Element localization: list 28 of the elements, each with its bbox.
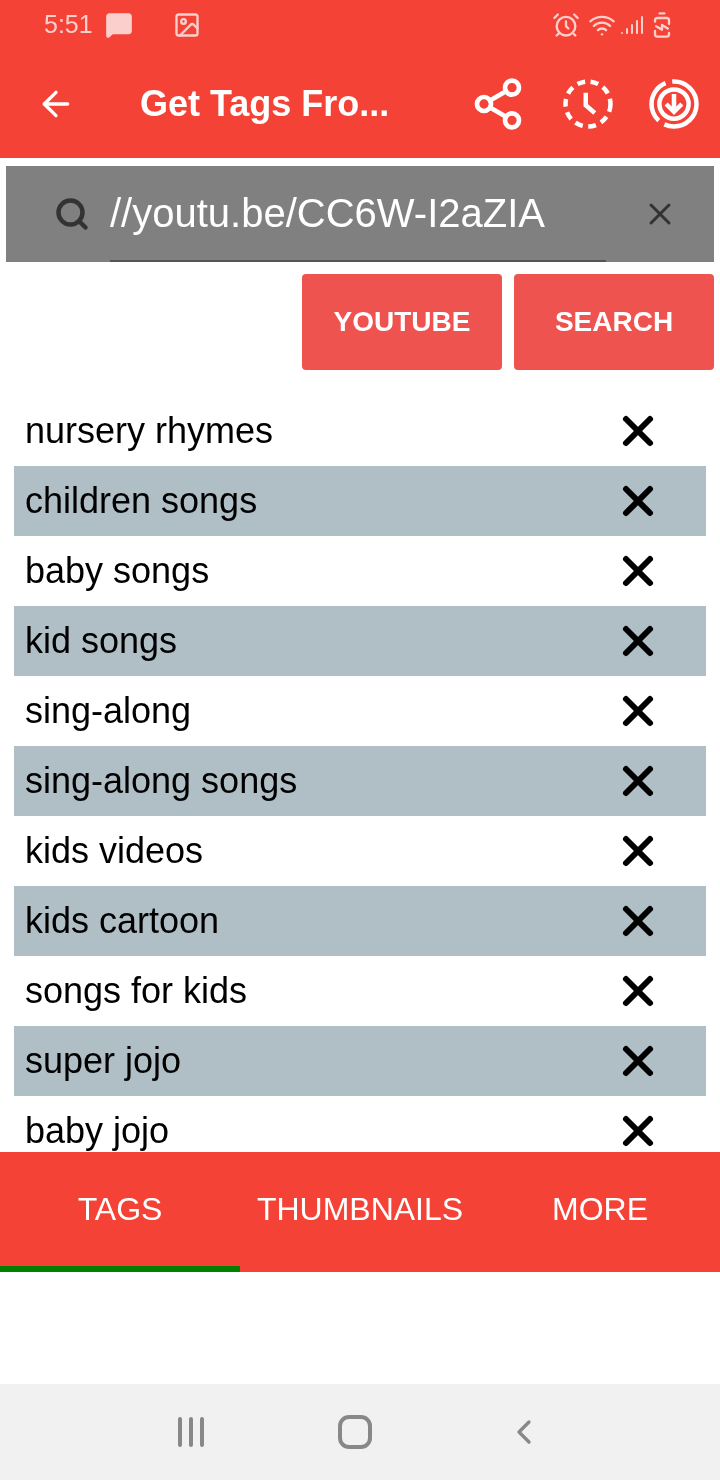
action-button[interactable]: SEARCH — [514, 274, 714, 370]
tab[interactable]: TAGS — [0, 1152, 240, 1272]
image-icon — [172, 11, 201, 39]
tag-text: super jojo — [25, 1039, 183, 1083]
tab[interactable]: MORE — [480, 1152, 720, 1272]
tag-text: baby jojo — [25, 1109, 171, 1152]
search-field[interactable]: //youtu.be/CC6W-I2aZIA — [110, 166, 606, 262]
tag-text: songs for kids — [25, 969, 249, 1013]
tag-text: kid songs — [25, 619, 179, 663]
tag-text: children songs — [25, 479, 259, 523]
search-icon — [54, 196, 90, 232]
window-title: Get Tags Fro... — [140, 82, 390, 126]
signal-icon — [620, 13, 644, 37]
tag-text: baby songs — [25, 549, 211, 593]
tag-text: sing-along songs — [25, 759, 299, 803]
message-icon — [104, 11, 133, 39]
tab[interactable]: THUMBNAILS — [240, 1152, 480, 1272]
tag-text: sing-along — [25, 689, 193, 733]
home-icon[interactable] — [338, 1415, 372, 1449]
alarm-icon — [552, 11, 580, 39]
status-time: 5:51 — [44, 9, 93, 41]
tag-text: kids cartoon — [25, 899, 221, 943]
recent-apps-icon[interactable] — [176, 1416, 206, 1448]
tag-text: kids videos — [25, 829, 205, 873]
search-bar[interactable]: //youtu.be/CC6W-I2aZIA — [6, 166, 714, 262]
tag-text: nursery rhymes — [25, 409, 275, 453]
action-button[interactable]: YOUTUBE — [302, 274, 502, 370]
download-button[interactable] — [646, 76, 702, 132]
